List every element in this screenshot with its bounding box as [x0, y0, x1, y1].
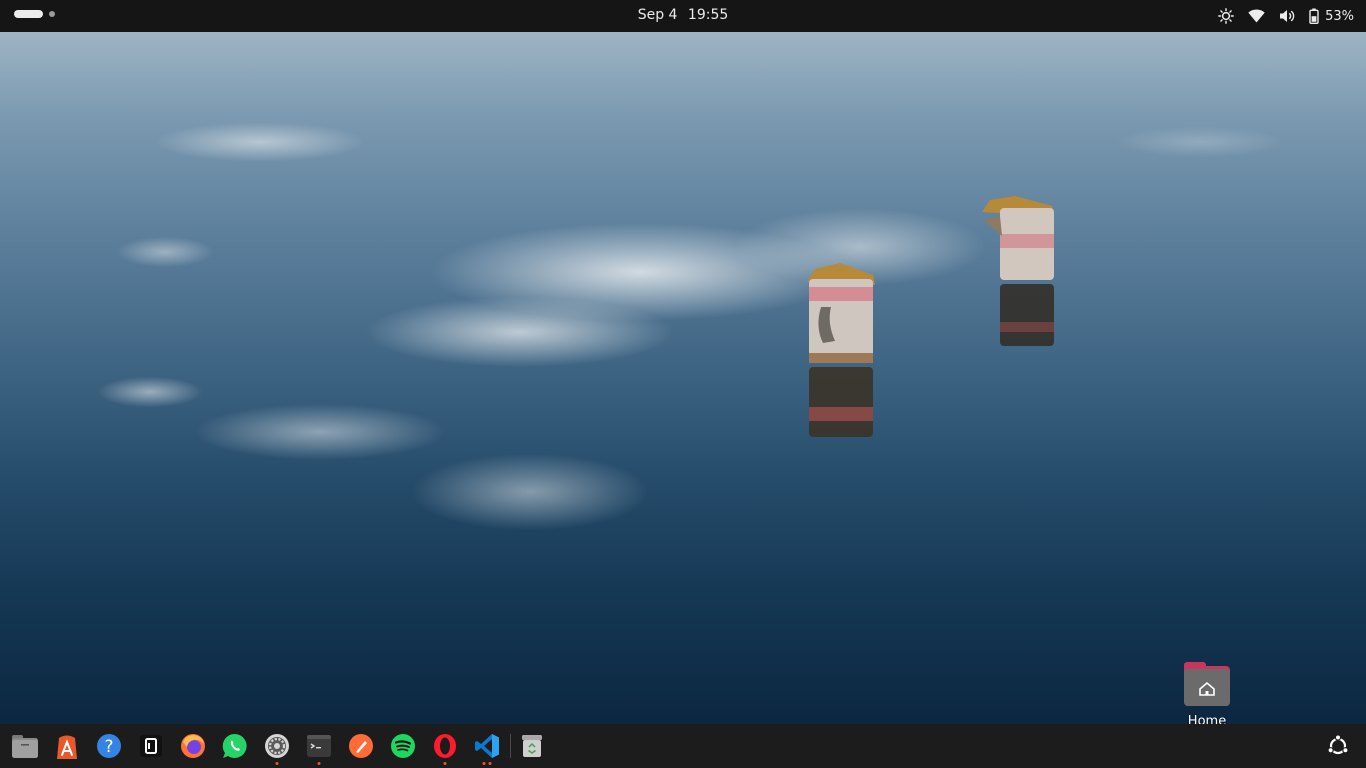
- battery-icon[interactable]: [1309, 8, 1319, 24]
- battery-percentage[interactable]: 53%: [1325, 9, 1354, 24]
- dock-app-firefox[interactable]: [172, 724, 214, 768]
- time-label: 19:55: [687, 7, 729, 23]
- help-icon: ?: [97, 734, 121, 758]
- trash-icon: [522, 735, 542, 757]
- wallpaper-post-left: [807, 263, 875, 437]
- dock-app-help[interactable]: ?: [88, 724, 130, 768]
- whatsapp-icon: [222, 733, 247, 758]
- dock-app-settings[interactable]: [256, 724, 298, 768]
- ubuntu-show-apps-icon: [1327, 734, 1349, 755]
- desktop-wallpaper[interactable]: Home: [0, 32, 1366, 724]
- dock-app-app-center[interactable]: [46, 724, 88, 768]
- dock-app-notion[interactable]: [130, 724, 172, 768]
- dock-app-postman[interactable]: [340, 724, 382, 768]
- show-apps-button[interactable]: [1316, 724, 1360, 768]
- files-icon: [12, 735, 38, 758]
- dock-app-vscode[interactable]: [466, 724, 508, 768]
- notion-icon: [140, 735, 162, 757]
- terminal-icon: [307, 735, 331, 757]
- svg-text:?: ?: [104, 737, 113, 757]
- dock-app-opera[interactable]: [424, 724, 466, 768]
- brightness-icon[interactable]: [1218, 8, 1234, 24]
- settings-icon: [265, 734, 289, 758]
- postman-icon: [349, 734, 373, 758]
- system-tray[interactable]: 53%: [1218, 0, 1354, 32]
- home-folder-icon[interactable]: Home: [1176, 662, 1238, 724]
- running-indicator: [482, 762, 492, 765]
- vscode-icon: [475, 734, 499, 758]
- wallpaper-post-right: [982, 196, 1054, 346]
- date-label: Sep 4: [637, 7, 678, 23]
- home-folder-label: Home: [1187, 714, 1227, 724]
- app-center-icon: [57, 735, 77, 759]
- running-indicator: [443, 762, 447, 765]
- top-bar: Sep 4 19:55 53%: [0, 0, 1366, 32]
- opera-icon: [434, 734, 456, 758]
- running-indicator: [275, 762, 279, 765]
- dock-app-trash[interactable]: [511, 724, 553, 768]
- workspace-inactive[interactable]: [49, 11, 55, 17]
- date-time-button[interactable]: Sep 4 19:55: [593, 0, 773, 32]
- dock: ?: [0, 724, 1366, 768]
- dock-app-files[interactable]: [4, 724, 46, 768]
- volume-icon[interactable]: [1279, 8, 1295, 24]
- dock-app-terminal[interactable]: [298, 724, 340, 768]
- folder-icon: [1184, 662, 1230, 706]
- workspace-active[interactable]: [14, 10, 43, 18]
- firefox-icon: [181, 734, 205, 758]
- wifi-icon[interactable]: [1248, 9, 1265, 23]
- dock-app-spotify[interactable]: [382, 724, 424, 768]
- spotify-icon: [391, 734, 415, 758]
- workspace-indicator[interactable]: [14, 10, 55, 18]
- dock-app-whatsapp[interactable]: [214, 724, 256, 768]
- running-indicator: [317, 762, 321, 765]
